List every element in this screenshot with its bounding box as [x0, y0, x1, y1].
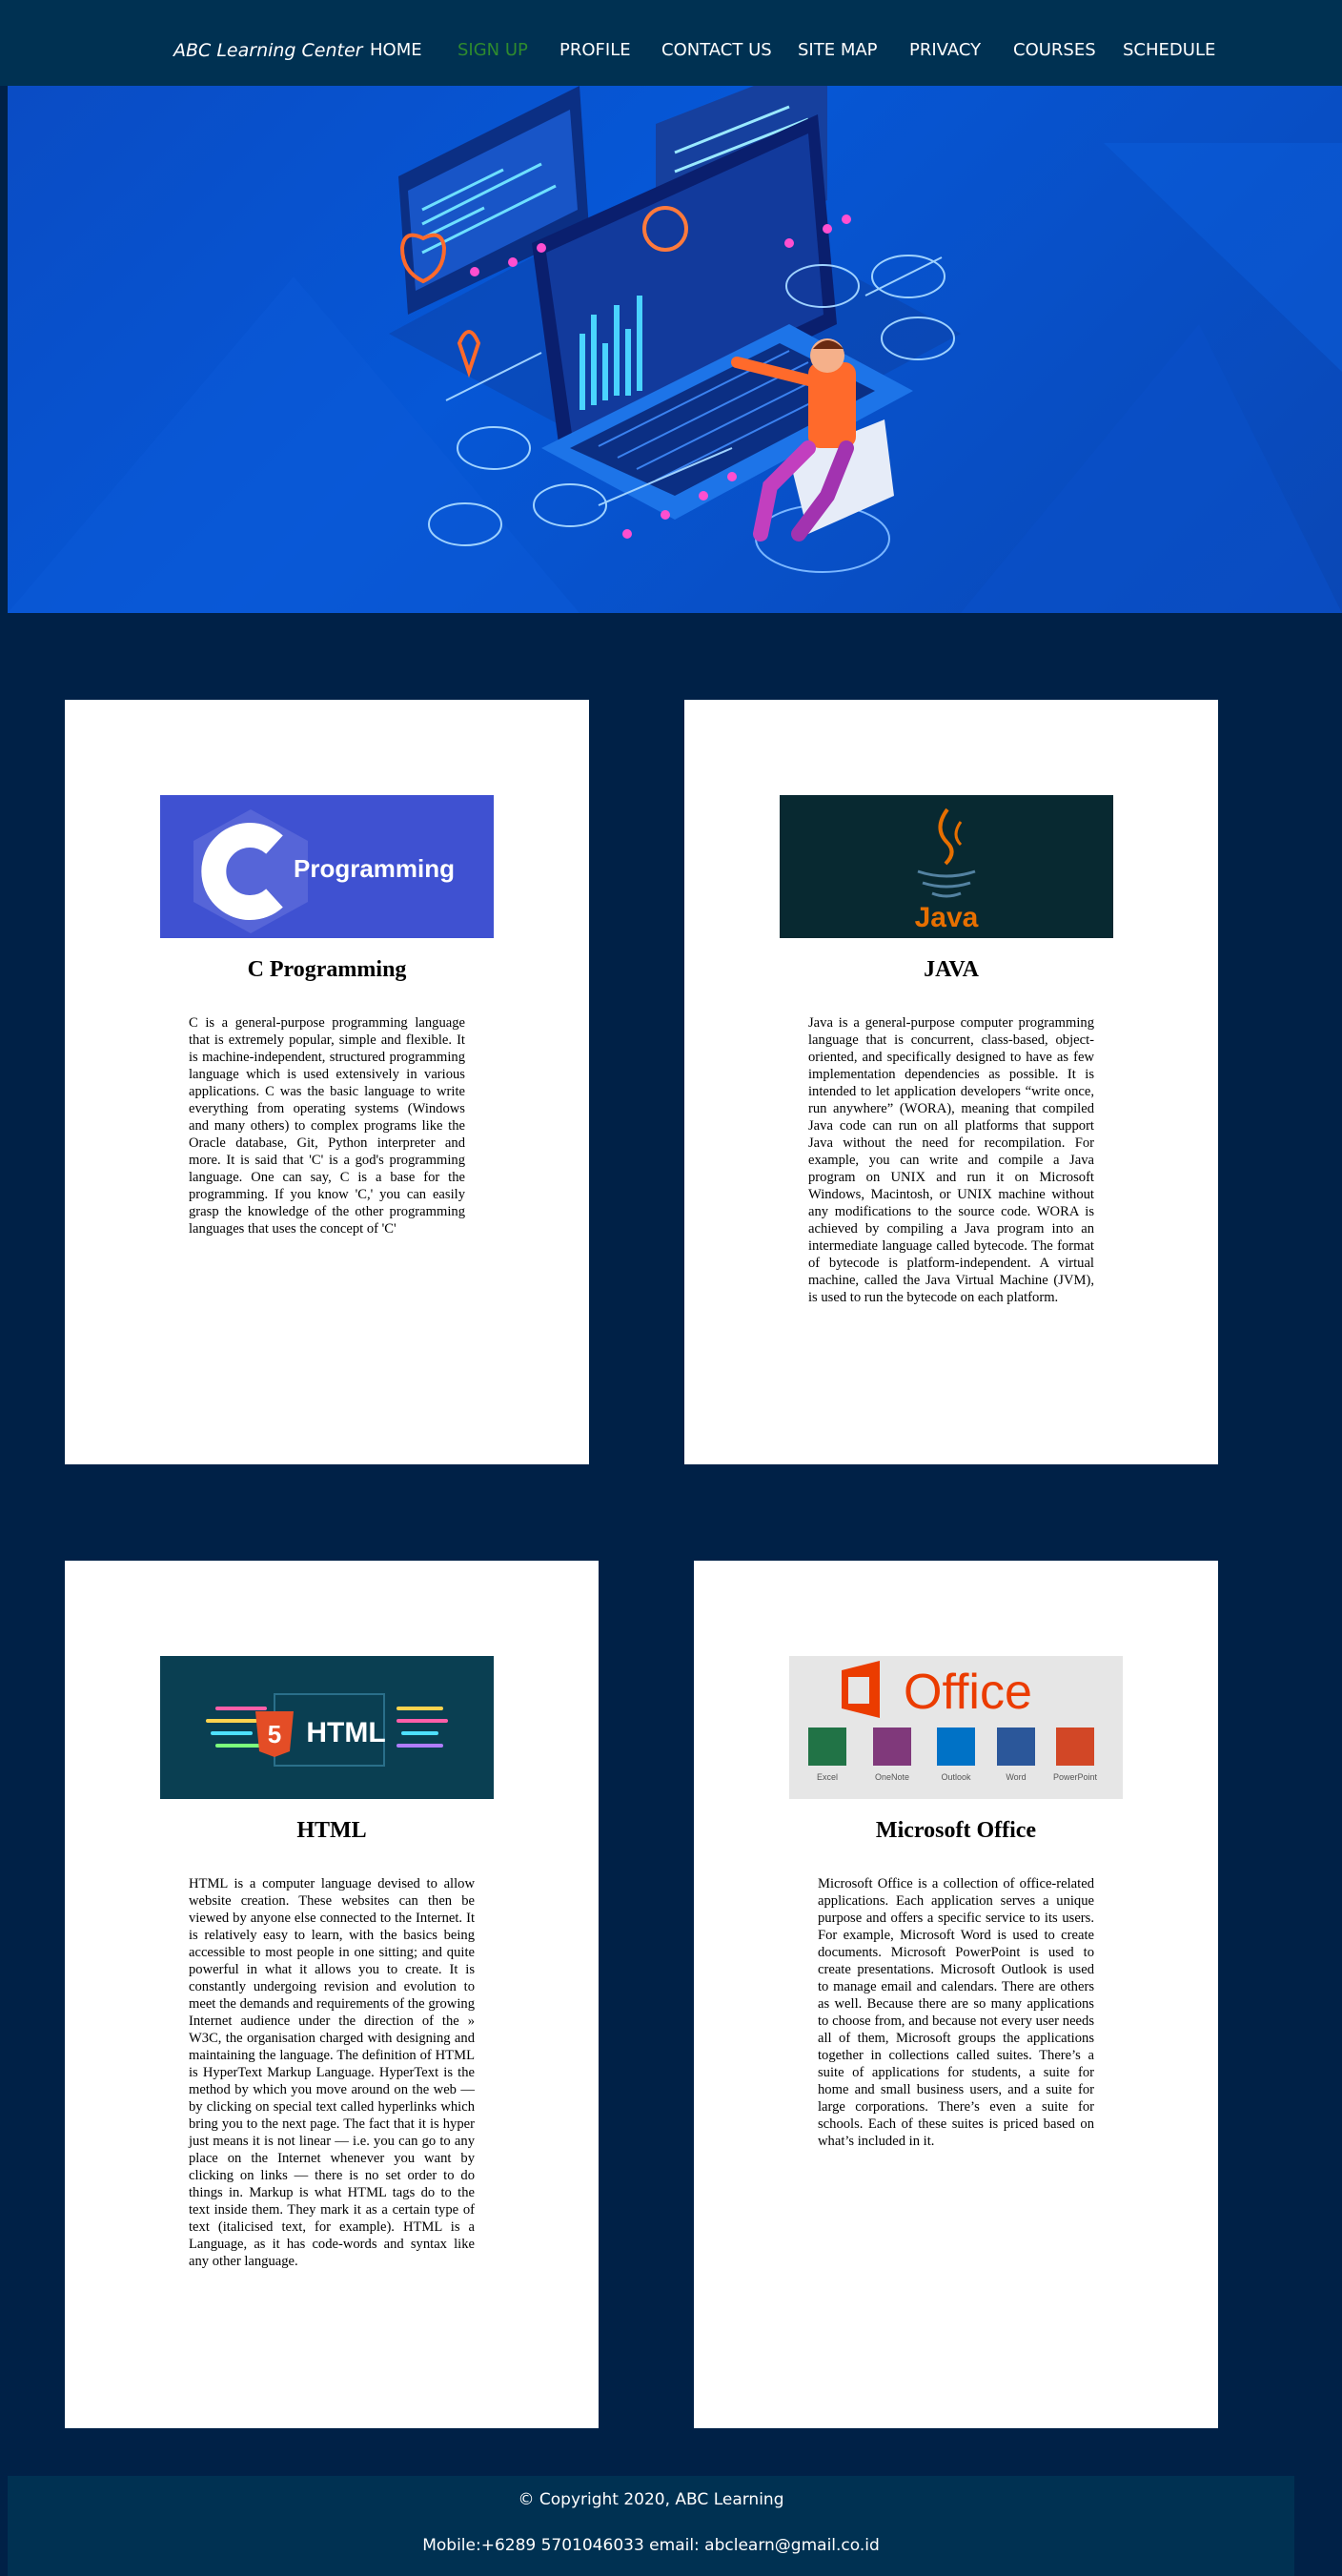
footer: © Copyright 2020, ABC Learning Mobile:+6… [8, 2476, 1294, 2576]
nav-privacy[interactable]: PRIVACY [909, 40, 981, 60]
nav-profile[interactable]: PROFILE [559, 40, 631, 60]
course-card-java: Java JAVA Java is a general-purpose comp… [684, 700, 1218, 1464]
nav-sign-up[interactable]: SIGN UP [458, 40, 528, 60]
c-programming-logo: Programming [160, 795, 494, 938]
course-card-office: Office Excel OneNote Outlook Word PowerP… [694, 1561, 1218, 2428]
word-label: Word [1006, 1772, 1026, 1782]
html-logo-text: HTML [306, 1717, 385, 1748]
course-title: HTML [296, 1818, 367, 1843]
footer-copyright: © Copyright 2020, ABC Learning [518, 2490, 784, 2509]
outlook-label: Outlook [941, 1772, 971, 1782]
brand-name[interactable]: ABC Learning Center [173, 40, 362, 61]
hero-illustration [8, 86, 1342, 613]
course-card-html: 5 HTML HTML HTML is a computer language … [65, 1561, 599, 2428]
nav-courses[interactable]: COURSES [1013, 40, 1096, 60]
course-description: Java is a general-purpose computer progr… [808, 1015, 1094, 1305]
nav-site-map[interactable]: SITE MAP [798, 40, 878, 60]
navbar: ABC Learning Center HOME SIGN UP PROFILE… [0, 0, 1342, 86]
c-logo-text: Programming [294, 854, 455, 883]
html-badge: 5 [268, 1720, 281, 1748]
office-logo-text: Office [904, 1665, 1032, 1720]
onenote-label: OneNote [875, 1772, 909, 1782]
course-description: HTML is a computer language devised to a… [189, 1876, 475, 2269]
course-card-c: Programming C Programming C is a general… [65, 700, 589, 1464]
course-title: C Programming [247, 957, 407, 982]
nav-home[interactable]: HOME [370, 40, 422, 60]
footer-contact: Mobile:+6289 5701046033 email: abclearn@… [422, 2536, 880, 2555]
excel-label: Excel [817, 1772, 838, 1782]
nav-contact-us[interactable]: CONTACT US [661, 40, 772, 60]
course-title: Microsoft Office [875, 1818, 1037, 1843]
hero-banner [8, 86, 1342, 613]
nav-schedule[interactable]: SCHEDULE [1123, 40, 1215, 60]
powerpoint-label: PowerPoint [1053, 1772, 1098, 1782]
course-description: C is a general-purpose programming langu… [189, 1015, 465, 1237]
java-logo-text: Java [915, 902, 979, 933]
course-title: JAVA [924, 957, 979, 982]
course-description: Microsoft Office is a collection of offi… [818, 1876, 1094, 2149]
html-logo: 5 HTML [160, 1656, 494, 1799]
java-logo: Java [780, 795, 1113, 938]
office-logo: Office Excel OneNote Outlook Word PowerP… [789, 1656, 1123, 1799]
